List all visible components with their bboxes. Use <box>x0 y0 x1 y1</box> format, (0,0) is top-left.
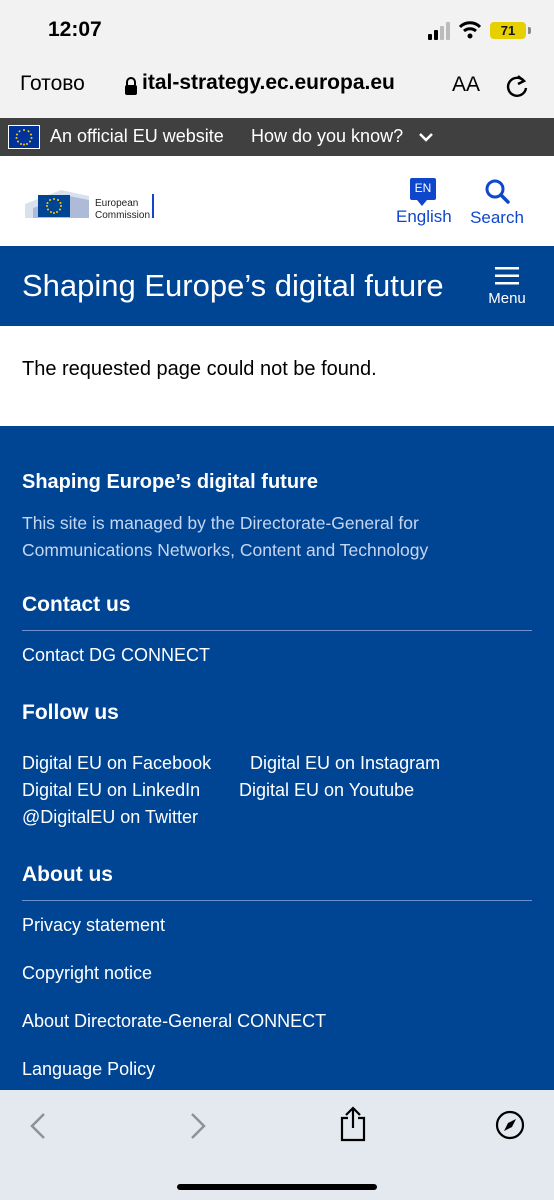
search-icon <box>485 179 510 204</box>
battery-icon: 71 <box>490 22 531 39</box>
site-title[interactable]: Shaping Europe’s digital future <box>22 268 444 304</box>
footer-description: This site is managed by the Directorate-… <box>22 513 429 560</box>
status-bar: 12:07 71 <box>0 0 554 58</box>
search-label: Search <box>470 208 524 227</box>
eu-official-banner: An official EU website How do you know? <box>0 118 554 156</box>
cellular-signal-icon <box>428 22 450 40</box>
language-selector[interactable]: EN English <box>396 178 452 226</box>
lock-icon <box>125 77 137 95</box>
home-indicator <box>177 1184 377 1190</box>
ec-logo-divider <box>152 194 154 218</box>
browser-url-bar: Готово ital-strategy.ec.europa.eu AA <box>0 58 554 118</box>
ec-header: European Commission EN English Search <box>0 156 554 246</box>
about-divider <box>22 900 532 901</box>
site-footer: Shaping Europe’s digital future This sit… <box>0 426 554 1090</box>
share-icon[interactable] <box>338 1106 368 1142</box>
linkedin-link[interactable]: Digital EU on LinkedIn <box>22 780 200 801</box>
copyright-notice-link[interactable]: Copyright notice <box>22 963 152 984</box>
reload-icon[interactable] <box>504 72 530 100</box>
menu-button[interactable]: Menu <box>483 266 531 310</box>
ec-logo-text: European Commission <box>95 198 150 222</box>
privacy-statement-link[interactable]: Privacy statement <box>22 915 165 936</box>
done-button[interactable]: Готово <box>20 72 85 96</box>
contact-heading: Contact us <box>22 593 131 616</box>
language-icon: EN <box>410 178 436 206</box>
url-field[interactable]: ital-strategy.ec.europa.eu <box>142 71 395 95</box>
language-label: English <box>396 207 452 226</box>
forward-icon[interactable] <box>188 1110 208 1142</box>
twitter-link[interactable]: @DigitalEU on Twitter <box>22 807 198 828</box>
contact-dg-connect-link[interactable]: Contact DG CONNECT <box>22 645 210 666</box>
how-do-you-know-toggle[interactable]: How do you know? <box>251 126 403 147</box>
official-eu-label: An official EU website <box>50 126 224 146</box>
back-icon[interactable] <box>28 1110 48 1142</box>
error-message: The requested page could not be found. <box>22 358 377 380</box>
about-dg-connect-link[interactable]: About Directorate-General CONNECT <box>22 1011 326 1032</box>
follow-heading: Follow us <box>22 701 119 724</box>
footer-title[interactable]: Shaping Europe’s digital future <box>22 471 318 494</box>
instagram-link[interactable]: Digital EU on Instagram <box>250 753 440 774</box>
wifi-icon <box>458 21 482 39</box>
facebook-link[interactable]: Digital EU on Facebook <box>22 753 211 774</box>
compass-icon[interactable] <box>495 1110 525 1140</box>
search-button[interactable]: Search <box>470 178 524 227</box>
menu-label: Menu <box>488 290 526 307</box>
ec-logo-line2: Commission <box>95 210 151 221</box>
contact-divider <box>22 630 532 631</box>
status-time: 12:07 <box>48 18 102 41</box>
ec-logo-line1: European <box>95 198 139 209</box>
hamburger-icon <box>495 267 519 285</box>
text-size-button[interactable]: AA <box>452 73 480 97</box>
about-heading: About us <box>22 863 113 886</box>
language-policy-link[interactable]: Language Policy <box>22 1059 155 1080</box>
site-header: Shaping Europe’s digital future Menu <box>0 246 554 326</box>
browser-toolbar <box>0 1090 554 1200</box>
eu-flag-icon <box>8 125 40 149</box>
chevron-down-icon[interactable] <box>418 130 434 144</box>
youtube-link[interactable]: Digital EU on Youtube <box>239 780 414 801</box>
